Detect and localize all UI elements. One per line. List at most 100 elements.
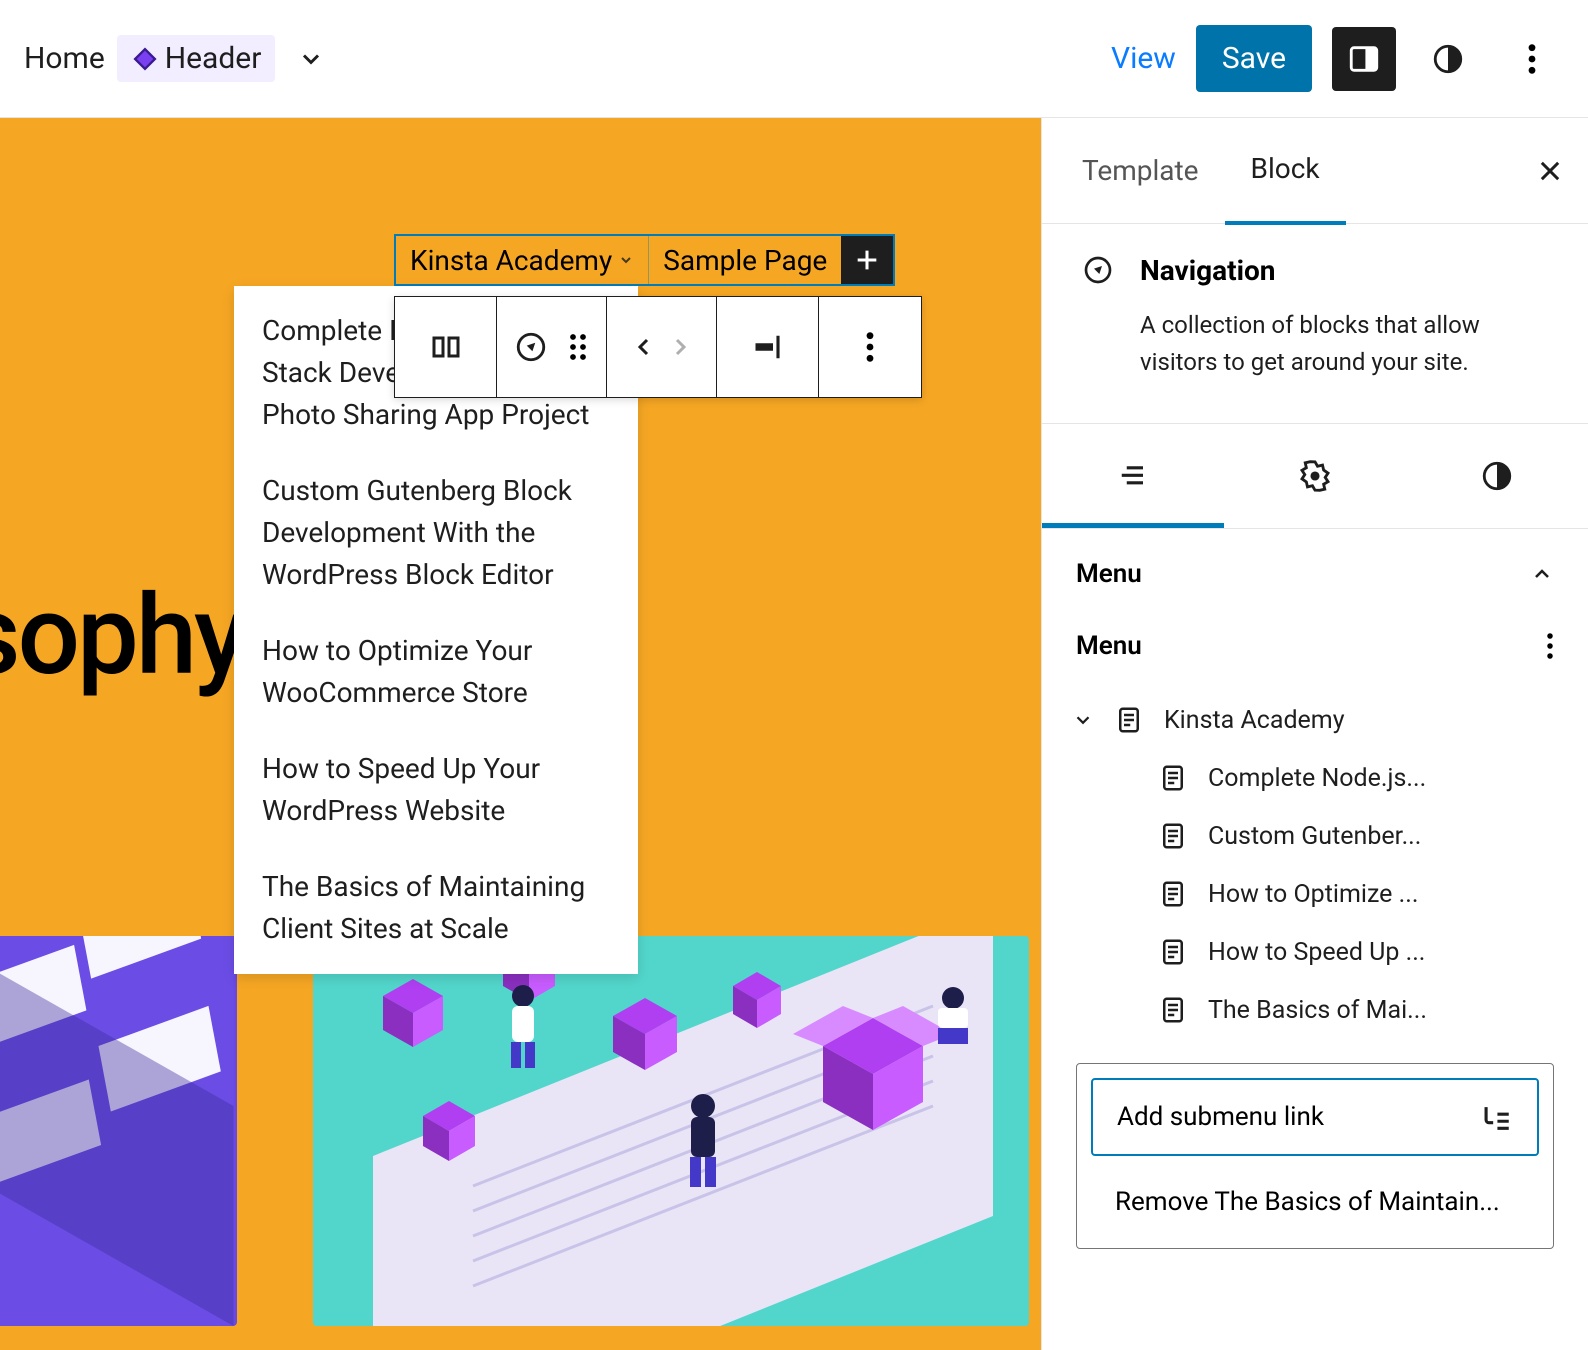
block-toolbar (394, 296, 922, 398)
gear-icon (1298, 459, 1332, 493)
toolbar-select-parent[interactable] (395, 297, 497, 397)
action-label: Add submenu link (1117, 1102, 1324, 1132)
toolbar-block-group (497, 297, 607, 397)
tree-item[interactable]: Complete Node.js... (1062, 749, 1568, 807)
save-button[interactable]: Save (1196, 25, 1312, 92)
subtab-styles[interactable] (1406, 424, 1588, 528)
tab-template[interactable]: Template (1056, 118, 1225, 223)
tree-item-label: The Basics of Mai... (1208, 996, 1427, 1025)
page-icon (1114, 705, 1144, 735)
block-description: Navigation A collection of blocks that a… (1042, 224, 1588, 424)
tree-item-label: Custom Gutenber... (1208, 822, 1421, 851)
toolbar-move-group (607, 297, 717, 397)
submenu-item[interactable]: The Basics of Maintaining Client Sites a… (262, 866, 610, 950)
kebab-icon[interactable] (1546, 631, 1554, 661)
chevron-left-icon (632, 332, 656, 362)
tree-item[interactable]: Custom Gutenber... (1062, 807, 1568, 865)
block-title: Navigation (1140, 254, 1548, 287)
sidebar-icon (1347, 42, 1381, 76)
toolbar-more-options[interactable] (819, 297, 921, 397)
home-link[interactable]: Home (24, 41, 105, 76)
tree-item-label: How to Speed Up ... (1208, 938, 1425, 967)
page-icon (1158, 879, 1188, 909)
add-nav-item-button[interactable] (841, 236, 893, 284)
half-circle-icon (1480, 459, 1514, 493)
compass-icon (514, 330, 548, 364)
nav-item-sample-page[interactable]: Sample Page (649, 236, 841, 284)
content-card (313, 936, 1029, 1326)
submenu-item[interactable]: Custom Gutenberg Block Development With … (262, 470, 610, 596)
action-label: Remove The Basics of Maintain... (1115, 1187, 1500, 1217)
view-link[interactable]: View (1111, 41, 1176, 76)
settings-panel-toggle[interactable] (1332, 27, 1396, 91)
illustration-teal (313, 936, 1029, 1326)
block-desc: A collection of blocks that allow visito… (1140, 307, 1548, 381)
toolbar-block-type[interactable] (514, 330, 548, 364)
kebab-icon (1527, 42, 1537, 76)
compass-icon (1082, 254, 1114, 286)
toolbar-justify[interactable] (717, 297, 819, 397)
subtab-settings[interactable] (1224, 424, 1406, 528)
remove-item-button[interactable]: Remove The Basics of Maintain... (1077, 1170, 1553, 1248)
subtab-list-view[interactable] (1042, 424, 1224, 528)
tab-block[interactable]: Block (1225, 116, 1346, 225)
more-menu-button[interactable] (1500, 27, 1564, 91)
tree-item[interactable]: How to Speed Up ... (1062, 923, 1568, 981)
tree-item-parent[interactable]: Kinsta Academy (1062, 691, 1568, 749)
tree-item[interactable]: The Basics of Mai... (1062, 981, 1568, 1039)
tree-item-label: Kinsta Academy (1164, 706, 1345, 735)
tree-item-label: Complete Node.js... (1208, 764, 1426, 793)
chevron-down-icon[interactable] (297, 45, 325, 73)
menu-name: Menu (1076, 631, 1142, 661)
settings-sidebar: Template Block Navigation A collection o… (1041, 118, 1588, 1350)
illustration-purple (0, 936, 237, 1326)
template-chip-label: Header (165, 41, 262, 76)
panel-title: Menu (1076, 559, 1142, 589)
block-subtabs (1042, 424, 1588, 529)
toolbar-move-right (662, 326, 698, 368)
menu-panel-header[interactable]: Menu (1042, 529, 1588, 611)
navigation-block[interactable]: Kinsta Academy Sample Page (394, 234, 895, 286)
nav-item-label: Kinsta Academy (410, 244, 612, 277)
template-part-icon (131, 45, 159, 73)
chevron-right-icon (668, 332, 692, 362)
submenu-item[interactable]: How to Speed Up Your WordPress Website (262, 748, 610, 832)
topbar-actions: View Save (1111, 25, 1564, 92)
nav-item-label: Sample Page (663, 244, 827, 277)
kebab-icon (865, 330, 875, 364)
tree-item[interactable]: How to Optimize ... (1062, 865, 1568, 923)
navigation-icon (428, 329, 464, 365)
editor-canvas[interactable]: sophy (0, 118, 1041, 1350)
content-card (0, 936, 237, 1326)
half-circle-icon (1431, 42, 1465, 76)
page-icon (1158, 821, 1188, 851)
add-submenu-link-button[interactable]: Add submenu link (1091, 1078, 1539, 1156)
chevron-down-icon[interactable] (1072, 709, 1094, 731)
styles-toggle[interactable] (1416, 27, 1480, 91)
template-chip-header[interactable]: Header (117, 35, 276, 82)
toolbar-drag-handle[interactable] (566, 332, 590, 362)
toolbar-move-left[interactable] (626, 326, 662, 368)
sidebar-tabs: Template Block (1042, 118, 1588, 224)
list-icon (1116, 459, 1150, 489)
submenu-item[interactable]: How to Optimize Your WooCommerce Store (262, 630, 610, 714)
page-icon (1158, 995, 1188, 1025)
drag-icon (566, 332, 590, 362)
menu-tree: Kinsta Academy Complete Node.js... Custo… (1042, 691, 1588, 1057)
justify-right-icon (748, 332, 788, 362)
menu-selector[interactable]: Menu (1042, 611, 1588, 691)
close-sidebar-button[interactable] (1526, 147, 1574, 195)
content-cards (0, 936, 1029, 1326)
nav-item-kinsta-academy[interactable]: Kinsta Academy (396, 236, 649, 284)
chevron-up-icon (1530, 562, 1554, 586)
page-icon (1158, 763, 1188, 793)
menu-actions: Add submenu link Remove The Basics of Ma… (1076, 1063, 1554, 1249)
page-icon (1158, 937, 1188, 967)
top-toolbar: Home Header View Save (0, 0, 1588, 118)
submenu-icon (1479, 1100, 1513, 1134)
chevron-down-icon (618, 252, 634, 268)
tree-item-label: How to Optimize ... (1208, 880, 1418, 909)
breadcrumb: Home Header (24, 35, 325, 82)
plus-icon (853, 246, 881, 274)
close-icon (1536, 157, 1564, 185)
